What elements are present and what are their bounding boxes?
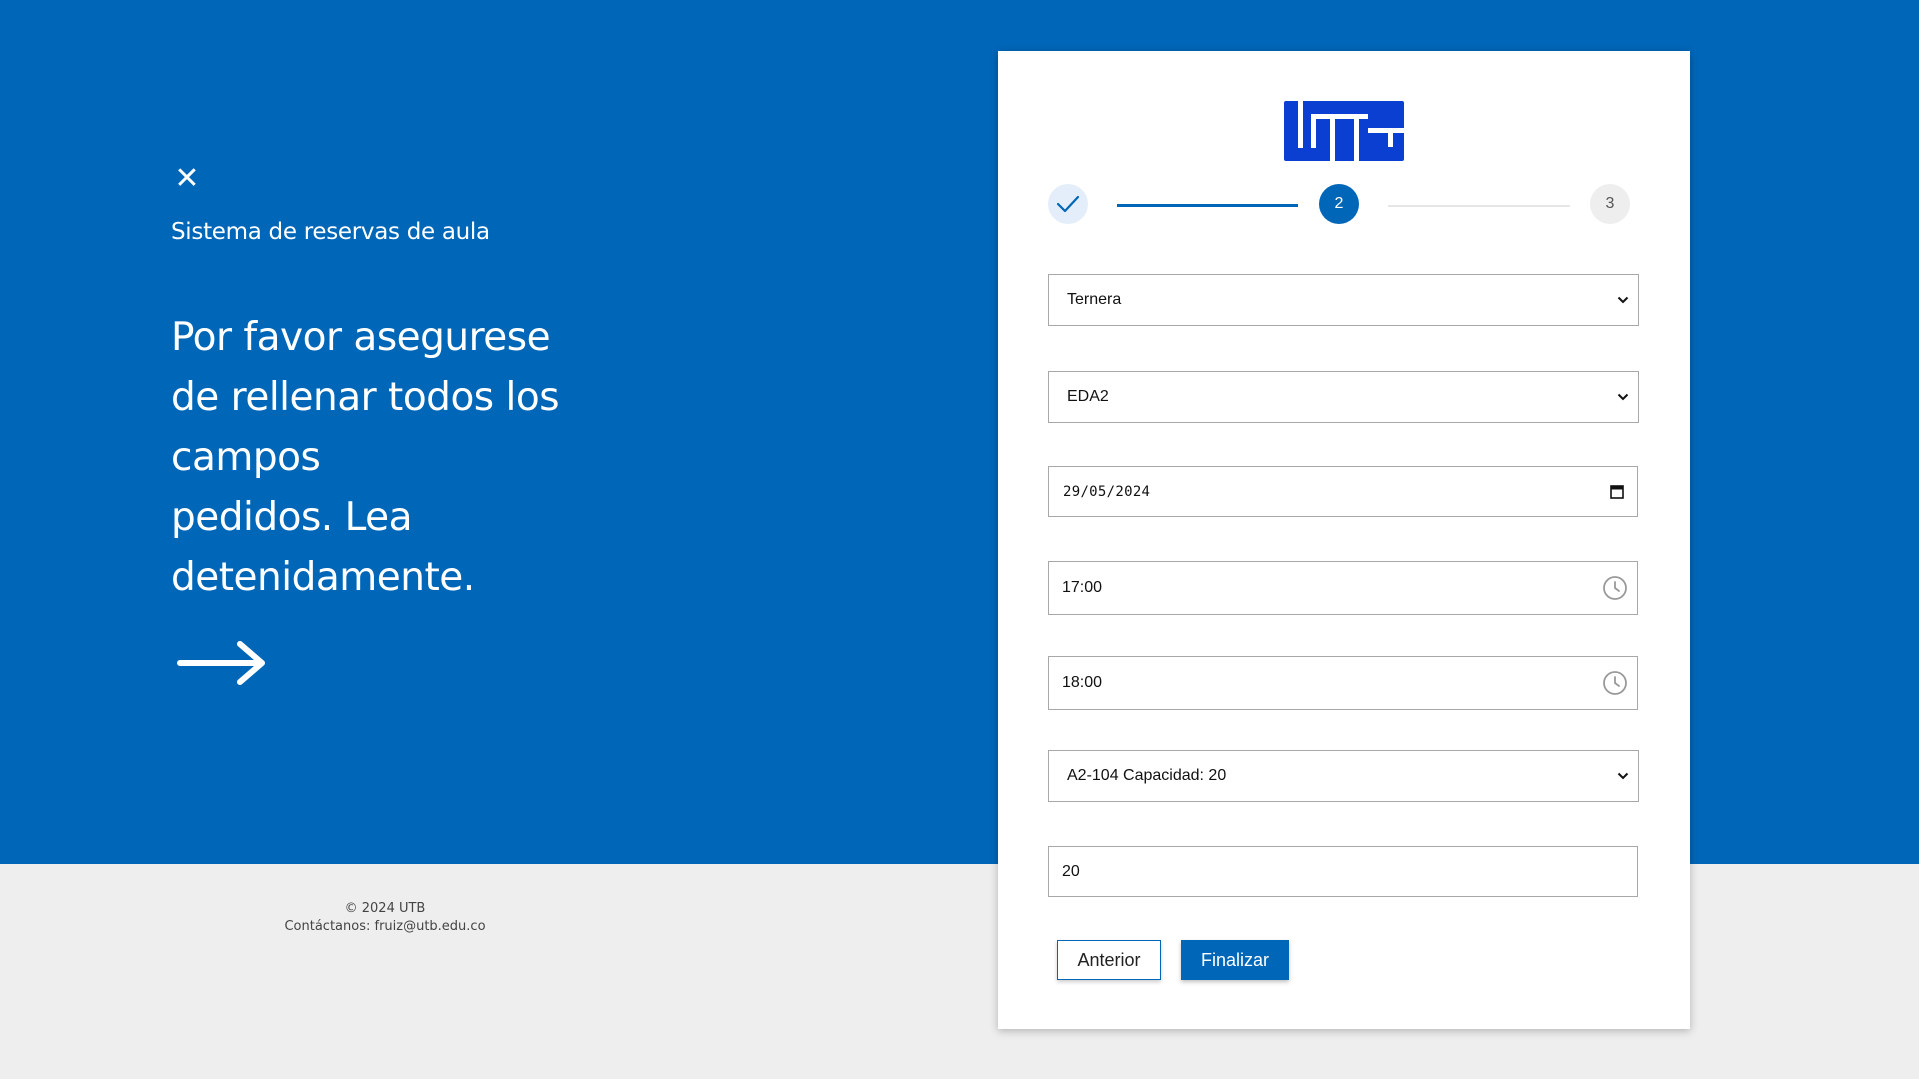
clock-icon[interactable] [1593, 670, 1637, 696]
step-connector-completed [1117, 204, 1298, 207]
utb-logo [1284, 101, 1404, 166]
classroom-select[interactable]: A2-104 Capacidad: 20 [1048, 750, 1639, 802]
building-select-value: EDA2 [1067, 388, 1109, 405]
instructions-headline: Por favor asegurese de rellenar todos lo… [171, 308, 591, 608]
start-time-input[interactable]: 17:00 [1048, 561, 1638, 615]
date-input[interactable]: 29/05/2024 [1048, 466, 1638, 517]
step-2-active: 2 [1319, 184, 1359, 224]
check-icon [1056, 195, 1080, 213]
step-1-completed [1048, 184, 1088, 224]
step-connector-pending [1388, 205, 1570, 207]
arrow-right-icon [176, 638, 270, 693]
attendees-value: 20 [1062, 862, 1080, 880]
app-title: Sistema de reservas de aula [171, 219, 490, 245]
close-icon[interactable]: ✕ [172, 164, 202, 194]
clock-icon[interactable] [1593, 575, 1637, 601]
headline-line: pedidos. Lea [171, 495, 413, 540]
headline-line: Por favor asegurese [171, 315, 551, 360]
previous-button[interactable]: Anterior [1057, 940, 1161, 980]
calendar-icon[interactable] [1597, 484, 1637, 499]
end-time-value: 18:00 [1062, 674, 1103, 691]
headline-line: de rellenar todos los [171, 375, 560, 420]
date-value: 29/05/2024 [1063, 483, 1151, 500]
finish-button[interactable]: Finalizar [1181, 940, 1289, 980]
footer: © 2024 UTB Contáctanos: fruiz@utb.edu.co [260, 900, 510, 936]
end-time-input[interactable]: 18:00 [1048, 656, 1638, 710]
building-select[interactable]: EDA2 [1048, 371, 1639, 423]
campus-select[interactable]: Ternera [1048, 274, 1639, 326]
classroom-select-value: A2-104 Capacidad: 20 [1067, 767, 1227, 784]
attendees-input[interactable]: 20 [1048, 846, 1638, 897]
step-3-pending: 3 [1590, 184, 1630, 224]
chevron-down-icon [1608, 296, 1638, 304]
chevron-down-icon [1608, 393, 1638, 401]
copyright-text: © 2024 UTB [344, 901, 426, 916]
reservation-form-card: 2 3 Ternera EDA2 29/05/2024 17:00 18:00 … [998, 51, 1690, 1029]
progress-stepper: 2 3 [1048, 184, 1630, 226]
chevron-down-icon [1608, 772, 1638, 780]
contact-text: Contáctanos: fruiz@utb.edu.co [284, 919, 486, 934]
headline-line: detenidamente. [171, 555, 475, 600]
headline-line: campos [171, 435, 321, 480]
start-time-value: 17:00 [1062, 579, 1103, 596]
campus-select-value: Ternera [1067, 291, 1122, 308]
